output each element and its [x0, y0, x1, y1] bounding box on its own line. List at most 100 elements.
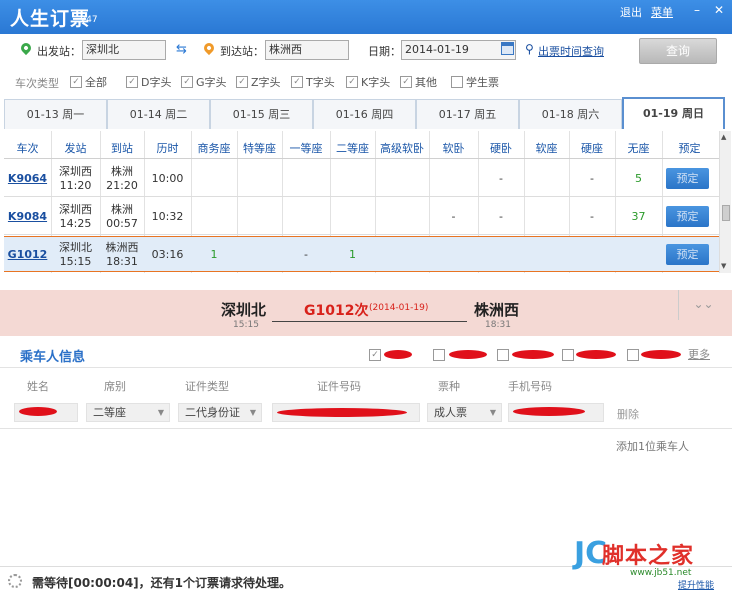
- passenger-checkbox[interactable]: ✓: [369, 349, 381, 361]
- tab-date[interactable]: 01-18 周六: [519, 99, 622, 129]
- checkbox-icon[interactable]: ✓: [126, 76, 138, 88]
- departure-station: 深圳西: [59, 203, 92, 216]
- scroll-down-icon[interactable]: ▼: [721, 262, 726, 270]
- app-title: 人生订票: [10, 8, 91, 30]
- filter-k[interactable]: ✓ K字头: [346, 74, 390, 90]
- phone-field[interactable]: [508, 403, 604, 422]
- menu-link[interactable]: 菜单: [651, 4, 673, 20]
- table-scrollbar[interactable]: ▲ ▼: [719, 131, 731, 273]
- swap-icon[interactable]: ⇆: [176, 42, 187, 57]
- tab-date[interactable]: 01-15 周三: [210, 99, 313, 129]
- train-table: 车次 发站 到站 历时 商务座 特等座 一等座 二等座 高级软卧 软卧 硬卧 软…: [4, 131, 719, 273]
- departure-time: 15:15: [59, 255, 92, 268]
- from-pin-icon: [18, 40, 34, 56]
- column-header: 历时: [156, 142, 179, 155]
- redacted-name: [576, 350, 616, 359]
- checkbox-icon[interactable]: [451, 76, 463, 88]
- scroll-up-icon[interactable]: ▲: [721, 133, 726, 141]
- from-station-input[interactable]: 深圳北: [82, 40, 166, 60]
- passenger-checkbox[interactable]: [562, 349, 574, 361]
- column-header: 二等座: [336, 142, 369, 155]
- table-row[interactable]: K9064 深圳西 11:20 株洲 21:20 10:00 - - 5 预定: [4, 160, 719, 197]
- to-label: 到达站：: [220, 45, 264, 58]
- departure-time: 14:25: [59, 217, 92, 230]
- route-to-station: 株洲西: [474, 301, 520, 319]
- tab-date[interactable]: 01-16 周四: [313, 99, 416, 129]
- train-number-link[interactable]: K9064: [4, 172, 51, 185]
- arrival-time: 18:31: [106, 255, 138, 268]
- delete-passenger-link[interactable]: 删除: [617, 406, 639, 422]
- id-type-select[interactable]: 二代身份证 ▼: [178, 403, 262, 422]
- train-number-link[interactable]: K9084: [4, 210, 51, 223]
- watermark-link[interactable]: 提升性能: [678, 578, 714, 591]
- query-button[interactable]: 查询: [639, 38, 717, 64]
- checkbox-icon[interactable]: ✓: [181, 76, 193, 88]
- checkbox-icon[interactable]: ✓: [400, 76, 412, 88]
- seat-hard-sleeper: -: [499, 210, 503, 223]
- filter-student[interactable]: 学生票: [451, 74, 499, 90]
- filter-t[interactable]: ✓ T字头: [291, 74, 335, 90]
- seat-hard-seat: -: [590, 172, 594, 185]
- filter-d[interactable]: ✓ D字头: [126, 74, 171, 90]
- train-number-link[interactable]: G1012: [4, 248, 51, 261]
- date-label: 日期：: [368, 45, 401, 58]
- add-passenger-link[interactable]: 添加1位乘车人: [616, 438, 689, 454]
- arrival-station: 株洲: [111, 165, 133, 178]
- passenger-name-field[interactable]: [14, 403, 78, 422]
- table-row[interactable]: K9084 深圳西 14:25 株洲 00:57 10:32 - - - 37 …: [4, 198, 719, 235]
- departure-time: 11:20: [59, 179, 92, 192]
- passenger-checkbox[interactable]: [627, 349, 639, 361]
- title-bar: 人生订票 V47 退出 菜单 – ✕: [0, 0, 732, 34]
- checkbox-icon[interactable]: ✓: [346, 76, 358, 88]
- route-arrow-line: [272, 321, 467, 322]
- filter-z[interactable]: ✓ Z字头: [236, 74, 281, 90]
- more-passengers-link[interactable]: 更多: [688, 346, 710, 362]
- book-button[interactable]: 预定: [666, 206, 709, 227]
- search-icon: ⚲: [525, 42, 534, 56]
- checkbox-icon[interactable]: ✓: [291, 76, 303, 88]
- duration: 10:00: [151, 172, 184, 185]
- ticket-time-query-link[interactable]: 出票时间查询: [538, 43, 604, 59]
- to-station-input[interactable]: 株洲西: [265, 40, 349, 60]
- route-train-number: G1012次: [304, 303, 369, 319]
- ticket-type-select[interactable]: 成人票 ▼: [427, 403, 502, 422]
- calendar-icon[interactable]: [501, 42, 514, 55]
- logout-link[interactable]: 退出: [620, 4, 642, 20]
- tab-date[interactable]: 01-14 周二: [107, 99, 210, 129]
- watermark-url: www.jb51.net: [630, 568, 692, 578]
- checkbox-icon[interactable]: ✓: [236, 76, 248, 88]
- passenger-section-title: 乘车人信息: [20, 350, 86, 365]
- watermark-logo: JC 脚本之家 www.jb51.net 提升性能: [574, 536, 732, 596]
- checkbox-icon[interactable]: ✓: [70, 76, 82, 88]
- column-header: 无座: [627, 142, 650, 155]
- seat-second-class: 1: [349, 248, 356, 261]
- filter-g[interactable]: ✓ G字头: [181, 74, 227, 90]
- id-number-field[interactable]: [272, 403, 420, 422]
- collapse-chevron-icon[interactable]: ⌄⌄: [678, 290, 728, 320]
- seat-soft-sleeper: -: [451, 210, 456, 223]
- close-button[interactable]: ✕: [710, 2, 728, 18]
- book-button[interactable]: 预定: [666, 168, 709, 189]
- arrival-time: 00:57: [106, 217, 138, 230]
- minimize-button[interactable]: –: [688, 2, 706, 18]
- column-header: 证件类型: [185, 380, 229, 393]
- column-header: 姓名: [27, 380, 49, 393]
- scroll-thumb[interactable]: [722, 205, 730, 221]
- filter-all[interactable]: ✓ 全部: [70, 74, 107, 90]
- passenger-checkbox[interactable]: [497, 349, 509, 361]
- tab-date-selected[interactable]: 01-19 周日: [622, 97, 725, 129]
- date-input[interactable]: 2014-01-19: [401, 40, 516, 60]
- column-header: 席别: [104, 380, 126, 393]
- train-type-filters: 车次类型 ✓ 全部 ✓ D字头 ✓ G字头 ✓ Z字头 ✓ T字头 ✓ K字头 ✓ 其他 学生…: [0, 70, 732, 94]
- column-header: 预定: [678, 142, 701, 155]
- seat-class-select[interactable]: 二等座 ▼: [86, 403, 170, 422]
- book-button[interactable]: 预定: [666, 244, 709, 265]
- tab-date[interactable]: 01-13 周一: [4, 99, 107, 129]
- filter-other[interactable]: ✓ 其他: [400, 74, 437, 90]
- tab-date[interactable]: 01-17 周五: [416, 99, 519, 129]
- table-header: 车次 发站 到站 历时 商务座 特等座 一等座 二等座 高级软卧 软卧 硬卧 软…: [4, 131, 719, 159]
- passenger-checkbox[interactable]: [433, 349, 445, 361]
- column-header: 硬座: [581, 142, 603, 155]
- status-message: 需等待[00:00:04]，还有1个订票请求待处理。: [32, 576, 292, 590]
- table-row-selected[interactable]: G1012 深圳北 15:15 株洲西 18:31 03:16 1 - 1 预定: [4, 236, 719, 272]
